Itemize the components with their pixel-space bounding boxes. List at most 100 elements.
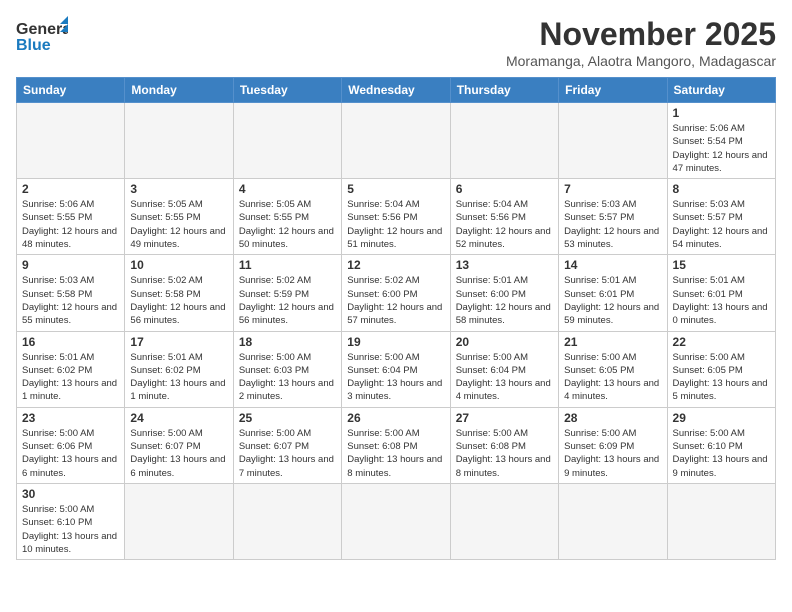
day-info: Sunrise: 5:03 AM Sunset: 5:57 PM Dayligh… — [564, 198, 661, 251]
day-info: Sunrise: 5:00 AM Sunset: 6:09 PM Dayligh… — [564, 427, 661, 480]
calendar-cell: 26Sunrise: 5:00 AM Sunset: 6:08 PM Dayli… — [342, 407, 450, 483]
day-info: Sunrise: 5:00 AM Sunset: 6:08 PM Dayligh… — [456, 427, 553, 480]
day-info: Sunrise: 5:02 AM Sunset: 5:58 PM Dayligh… — [130, 274, 227, 327]
day-info: Sunrise: 5:06 AM Sunset: 5:54 PM Dayligh… — [673, 122, 770, 175]
calendar-cell: 16 Sunrise: 5:01 AM Sunset: 6:02 PM Dayli… — [17, 331, 125, 407]
month-title: November 2025 — [506, 16, 776, 53]
day-info: Sunrise: 5:00 AM Sunset: 6:06 PM Dayligh… — [22, 427, 119, 480]
calendar-cell: 15Sunrise: 5:01 AM Sunset: 6:01 PM Dayli… — [667, 255, 775, 331]
header-saturday: Saturday — [667, 78, 775, 103]
calendar-cell: 18 Sunrise: 5:00 AM Sunset: 6:03 PM Dayli… — [233, 331, 341, 407]
day-info: Sunrise: 5:00 AM Sunset: 6:07 PM Dayligh… — [130, 427, 227, 480]
day-number: 28 — [564, 411, 661, 425]
calendar-cell — [17, 103, 125, 179]
calendar-cell: 3 Sunrise: 5:05 AM Sunset: 5:55 PM Daylig… — [125, 179, 233, 255]
day-number: 23 — [22, 411, 119, 425]
header-tuesday: Tuesday — [233, 78, 341, 103]
day-number: 25 — [239, 411, 336, 425]
calendar-cell — [450, 483, 558, 559]
day-number: 5 — [347, 182, 444, 196]
day-info: Sunrise: 5:03 AM Sunset: 5:57 PM Dayligh… — [673, 198, 770, 251]
day-number: 18 — [239, 335, 336, 349]
day-info: Sunrise: 5:00 AM Sunset: 6:04 PM Dayligh… — [347, 351, 444, 404]
calendar-cell: 28 Sunrise: 5:00 AM Sunset: 6:09 PM Dayli… — [559, 407, 667, 483]
calendar-cell: 23 Sunrise: 5:00 AM Sunset: 6:06 PM Dayli… — [17, 407, 125, 483]
calendar-cell — [125, 483, 233, 559]
day-info: Sunrise: 5:00 AM Sunset: 6:07 PM Dayligh… — [239, 427, 336, 480]
day-info: Sunrise: 5:00 AM Sunset: 6:10 PM Dayligh… — [673, 427, 770, 480]
calendar-week-3: 9Sunrise: 5:03 AM Sunset: 5:58 PM Daylig… — [17, 255, 776, 331]
calendar-cell: 8 Sunrise: 5:03 AM Sunset: 5:57 PM Daylig… — [667, 179, 775, 255]
calendar-cell: 1 Sunrise: 5:06 AM Sunset: 5:54 PM Daylig… — [667, 103, 775, 179]
calendar-cell: 14Sunrise: 5:01 AM Sunset: 6:01 PM Dayli… — [559, 255, 667, 331]
header-monday: Monday — [125, 78, 233, 103]
location-title: Moramanga, Alaotra Mangoro, Madagascar — [506, 53, 776, 69]
header-thursday: Thursday — [450, 78, 558, 103]
day-number: 15 — [673, 258, 770, 272]
day-number: 30 — [22, 487, 119, 501]
day-number: 4 — [239, 182, 336, 196]
header-sunday: Sunday — [17, 78, 125, 103]
calendar-cell: 7 Sunrise: 5:03 AM Sunset: 5:57 PM Daylig… — [559, 179, 667, 255]
day-info: Sunrise: 5:01 AM Sunset: 6:00 PM Dayligh… — [456, 274, 553, 327]
calendar-cell: 11 Sunrise: 5:02 AM Sunset: 5:59 PM Dayli… — [233, 255, 341, 331]
day-info: Sunrise: 5:00 AM Sunset: 6:04 PM Dayligh… — [456, 351, 553, 404]
calendar-cell: 24Sunrise: 5:00 AM Sunset: 6:07 PM Dayli… — [125, 407, 233, 483]
day-number: 1 — [673, 106, 770, 120]
logo: General Blue — [16, 16, 68, 58]
calendar-week-1: 1 Sunrise: 5:06 AM Sunset: 5:54 PM Daylig… — [17, 103, 776, 179]
header-friday: Friday — [559, 78, 667, 103]
calendar-cell — [342, 483, 450, 559]
day-number: 8 — [673, 182, 770, 196]
header-wednesday: Wednesday — [342, 78, 450, 103]
calendar-week-6: 30 Sunrise: 5:00 AM Sunset: 6:10 PM Dayli… — [17, 483, 776, 559]
day-number: 16 — [22, 335, 119, 349]
day-info: Sunrise: 5:06 AM Sunset: 5:55 PM Dayligh… — [22, 198, 119, 251]
day-info: Sunrise: 5:01 AM Sunset: 6:02 PM Dayligh… — [22, 351, 119, 404]
day-info: Sunrise: 5:00 AM Sunset: 6:05 PM Dayligh… — [673, 351, 770, 404]
calendar-cell — [667, 483, 775, 559]
logo-icon: General Blue — [16, 16, 68, 58]
calendar-cell — [450, 103, 558, 179]
page-header: General Blue November 2025 Moramanga, Al… — [16, 16, 776, 69]
calendar-table: SundayMondayTuesdayWednesdayThursdayFrid… — [16, 77, 776, 560]
day-info: Sunrise: 5:05 AM Sunset: 5:55 PM Dayligh… — [130, 198, 227, 251]
day-info: Sunrise: 5:00 AM Sunset: 6:10 PM Dayligh… — [22, 503, 119, 556]
day-number: 19 — [347, 335, 444, 349]
calendar-cell — [233, 483, 341, 559]
day-number: 3 — [130, 182, 227, 196]
calendar-cell: 6 Sunrise: 5:04 AM Sunset: 5:56 PM Daylig… — [450, 179, 558, 255]
day-number: 27 — [456, 411, 553, 425]
day-info: Sunrise: 5:00 AM Sunset: 6:03 PM Dayligh… — [239, 351, 336, 404]
calendar-week-4: 16 Sunrise: 5:01 AM Sunset: 6:02 PM Dayli… — [17, 331, 776, 407]
calendar-cell: 30 Sunrise: 5:00 AM Sunset: 6:10 PM Dayli… — [17, 483, 125, 559]
day-info: Sunrise: 5:02 AM Sunset: 5:59 PM Dayligh… — [239, 274, 336, 327]
calendar-cell — [559, 103, 667, 179]
calendar-cell: 20 Sunrise: 5:00 AM Sunset: 6:04 PM Dayli… — [450, 331, 558, 407]
day-number: 10 — [130, 258, 227, 272]
calendar-cell: 25 Sunrise: 5:00 AM Sunset: 6:07 PM Dayli… — [233, 407, 341, 483]
day-number: 20 — [456, 335, 553, 349]
day-number: 11 — [239, 258, 336, 272]
calendar-cell: 10 Sunrise: 5:02 AM Sunset: 5:58 PM Dayli… — [125, 255, 233, 331]
calendar-cell — [233, 103, 341, 179]
day-number: 9 — [22, 258, 119, 272]
calendar-week-2: 2Sunrise: 5:06 AM Sunset: 5:55 PM Daylig… — [17, 179, 776, 255]
calendar-cell — [125, 103, 233, 179]
day-number: 13 — [456, 258, 553, 272]
calendar-cell: 29 Sunrise: 5:00 AM Sunset: 6:10 PM Dayli… — [667, 407, 775, 483]
svg-text:Blue: Blue — [16, 37, 51, 54]
calendar-cell: 5 Sunrise: 5:04 AM Sunset: 5:56 PM Daylig… — [342, 179, 450, 255]
day-number: 6 — [456, 182, 553, 196]
day-info: Sunrise: 5:04 AM Sunset: 5:56 PM Dayligh… — [347, 198, 444, 251]
day-info: Sunrise: 5:00 AM Sunset: 6:08 PM Dayligh… — [347, 427, 444, 480]
day-number: 21 — [564, 335, 661, 349]
calendar-cell: 13 Sunrise: 5:01 AM Sunset: 6:00 PM Dayli… — [450, 255, 558, 331]
day-number: 14 — [564, 258, 661, 272]
day-number: 7 — [564, 182, 661, 196]
calendar-cell: 9Sunrise: 5:03 AM Sunset: 5:58 PM Daylig… — [17, 255, 125, 331]
calendar-cell — [559, 483, 667, 559]
day-number: 29 — [673, 411, 770, 425]
calendar-cell: 4Sunrise: 5:05 AM Sunset: 5:55 PM Daylig… — [233, 179, 341, 255]
day-info: Sunrise: 5:04 AM Sunset: 5:56 PM Dayligh… — [456, 198, 553, 251]
